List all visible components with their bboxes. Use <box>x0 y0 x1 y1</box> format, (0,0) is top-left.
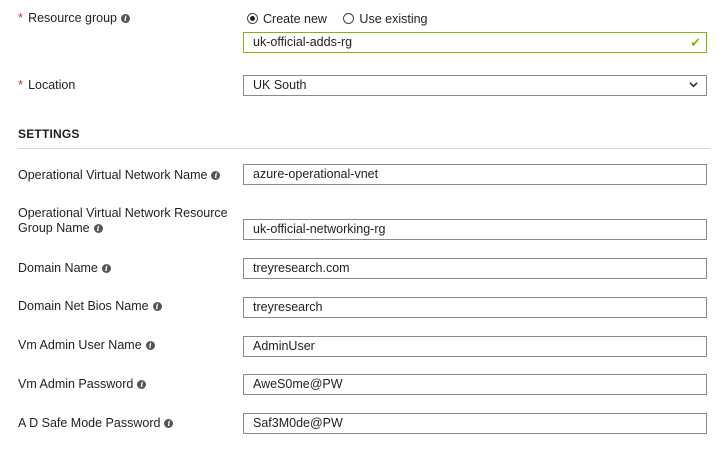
checkmark-icon: ✔ <box>690 35 701 50</box>
vm-admin-user-label: Vm Admin User Name i <box>18 338 155 353</box>
section-divider <box>18 148 710 149</box>
operational-vnet-rg-label: Operational Virtual Network Resource Gro… <box>18 206 228 235</box>
domain-netbios-input[interactable]: treyresearch <box>243 297 707 318</box>
info-icon[interactable]: i <box>164 419 174 428</box>
domain-name-input[interactable]: treyresearch.com <box>243 258 707 279</box>
radio-icon[interactable] <box>247 13 258 24</box>
info-icon[interactable]: i <box>145 341 155 350</box>
vm-admin-password-input[interactable]: AweS0me@PW <box>243 374 707 395</box>
vm-admin-password-label: Vm Admin Password i <box>18 377 147 392</box>
radio-create-new[interactable]: Create new <box>247 12 330 26</box>
info-icon[interactable]: i <box>93 224 103 233</box>
info-icon[interactable]: i <box>101 264 111 273</box>
domain-name-label: Domain Name i <box>18 261 111 276</box>
domain-netbios-label: Domain Net Bios Name i <box>18 299 162 314</box>
required-marker: * <box>18 10 24 25</box>
chevron-down-icon <box>689 82 698 88</box>
location-select[interactable]: UK South <box>243 75 707 96</box>
radio-icon[interactable] <box>343 13 355 24</box>
resource-group-label: * Resource group i <box>18 10 131 26</box>
operational-vnet-name-label: Operational Virtual Network Name i <box>18 168 221 183</box>
operational-vnet-name-input[interactable]: azure-operational-vnet <box>243 164 707 185</box>
info-icon[interactable]: i <box>121 14 131 23</box>
ad-safe-mode-password-label: A D Safe Mode Password i <box>18 416 174 431</box>
info-icon[interactable]: i <box>211 171 221 180</box>
info-icon[interactable]: i <box>152 302 162 311</box>
settings-heading: SETTINGS <box>18 127 80 141</box>
ad-safe-mode-password-input[interactable]: Saf3M0de@PW <box>243 413 707 434</box>
radio-use-existing[interactable]: Use existing <box>343 12 428 26</box>
vm-admin-user-input[interactable]: AdminUser <box>243 336 707 357</box>
operational-vnet-rg-input[interactable]: uk-official-networking-rg <box>243 219 707 240</box>
required-marker: * <box>18 77 24 92</box>
resource-group-input[interactable]: uk-official-adds-rg ✔ <box>243 32 707 53</box>
info-icon[interactable]: i <box>137 380 147 389</box>
resource-group-mode: Create new Use existing <box>247 12 428 26</box>
location-label: * Location <box>18 77 76 92</box>
